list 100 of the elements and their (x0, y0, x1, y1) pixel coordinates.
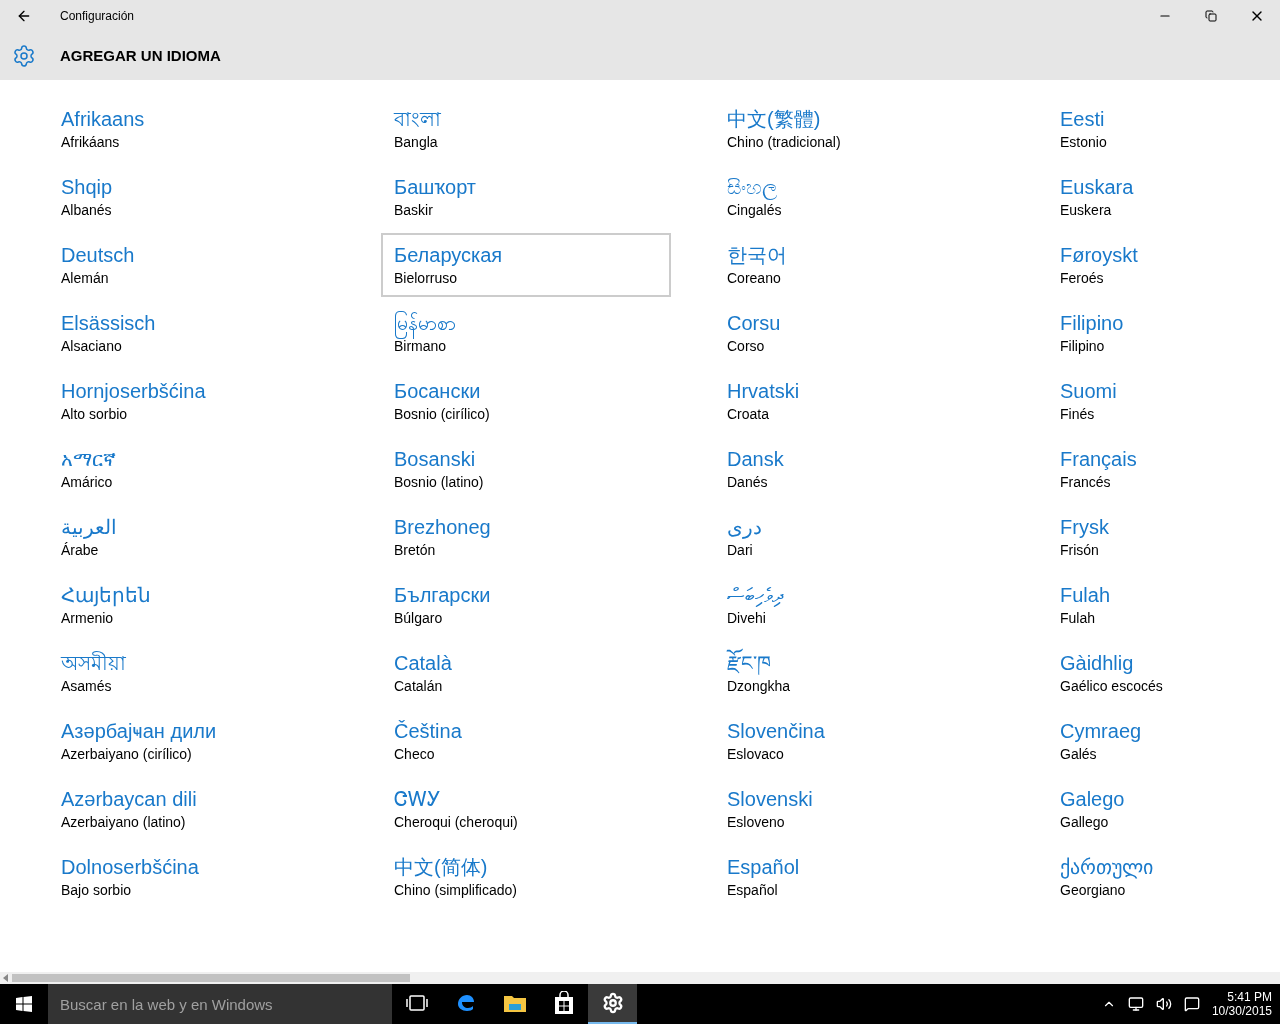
language-item[interactable]: Filipino Filipino (1047, 301, 1280, 365)
language-item[interactable]: မြန်မာစာ Birmano (381, 301, 671, 365)
language-name: Bretón (394, 541, 437, 560)
language-native-name: Čeština (394, 719, 463, 744)
language-item[interactable]: Elsässisch Alsaciano (48, 301, 338, 365)
gear-icon (601, 992, 624, 1014)
language-item[interactable]: Afrikaans Afrikáans (48, 97, 338, 161)
language-item[interactable]: Hrvatski Croata (714, 369, 1004, 433)
language-native-name: Беларуская (394, 243, 504, 268)
language-item[interactable]: Gàidhlig Gaélico escocés (1047, 641, 1280, 705)
language-native-name: 한국어 (727, 243, 788, 268)
language-name: Bajo sorbio (61, 881, 133, 900)
language-item[interactable]: Čeština Checo (381, 709, 671, 773)
task-view-icon (405, 994, 428, 1012)
language-item[interactable]: Føroyskt Feroés (1047, 233, 1280, 297)
language-item[interactable]: Fulah Fulah (1047, 573, 1280, 637)
language-item[interactable]: Español Español (714, 845, 1004, 909)
language-name: Coreano (727, 269, 782, 288)
language-item[interactable]: Български Búlgaro (381, 573, 671, 637)
language-item[interactable]: Euskara Euskera (1047, 165, 1280, 229)
language-item[interactable]: Slovenski Esloveno (714, 777, 1004, 841)
language-name: Amárico (61, 473, 114, 492)
language-name: Fulah (1060, 609, 1097, 628)
language-item[interactable]: বাংলা Bangla (381, 97, 671, 161)
language-name: Alemán (61, 269, 110, 288)
language-native-name: Slovenski (727, 787, 814, 812)
language-item[interactable]: አማርኛ Amárico (48, 437, 338, 501)
windows-logo-icon (16, 996, 32, 1012)
back-arrow-icon (16, 8, 32, 24)
language-item[interactable]: অসমীয়া Asamés (48, 641, 338, 705)
language-name: Español (727, 881, 779, 900)
language-item[interactable]: Frysk Frisón (1047, 505, 1280, 569)
language-name: Baskir (394, 201, 434, 220)
clock-date[interactable]: 10/30/2015 (1211, 1004, 1272, 1018)
language-native-name: Gàidhlig (1060, 651, 1135, 676)
language-name: Georgiano (1060, 881, 1127, 900)
language-name: Frisón (1060, 541, 1100, 560)
language-name: Estonio (1060, 133, 1108, 152)
language-name: Eslovaco (727, 745, 785, 764)
language-item[interactable]: ᏣᎳᎩ Cheroqui (cheroqui) (381, 777, 671, 841)
language-item[interactable]: Corsu Corso (714, 301, 1004, 365)
language-item[interactable]: Deutsch Alemán (48, 233, 338, 297)
language-name: Birmano (394, 338, 447, 356)
language-item[interactable]: Босански Bosnio (cirílico) (381, 369, 671, 433)
language-native-name: Français (1060, 447, 1138, 472)
language-item[interactable]: Slovenčina Eslovaco (714, 709, 1004, 773)
page-title: AGREGAR UN IDIOMA (60, 45, 221, 66)
language-item[interactable]: Azərbaycan dili Azerbaiyano (latino) (48, 777, 338, 841)
language-native-name: Corsu (727, 311, 782, 336)
language-item[interactable]: Suomi Finés (1047, 369, 1280, 433)
language-item[interactable]: 한국어 Coreano (714, 233, 1004, 297)
language-item[interactable]: Հայերեն Armenio (48, 573, 338, 637)
language-item[interactable]: Азәрбајҹан дили Azerbaiyano (cirílico) (48, 709, 338, 773)
language-name: Filipino (1060, 337, 1106, 356)
language-item[interactable]: Français Francés (1047, 437, 1280, 501)
language-item[interactable]: Башҡорт Baskir (381, 165, 671, 229)
language-name: Cheroqui (cheroqui) (394, 813, 519, 832)
language-native-name: Català (394, 651, 453, 676)
horizontal-scrollbar[interactable] (0, 972, 1280, 984)
language-native-name: Español (727, 855, 801, 880)
language-item[interactable]: Català Catalán (381, 641, 671, 705)
scroll-left-icon (3, 974, 9, 982)
language-name: Asamés (61, 677, 113, 696)
language-name: Bosnio (latino) (394, 473, 485, 492)
taskbar-app-button[interactable] (588, 984, 637, 1024)
notifications-icon[interactable] (1183, 996, 1200, 1012)
language-item[interactable]: Brezhoneg Bretón (381, 505, 671, 569)
language-item[interactable]: རྫོང་ཁ Dzongkha (714, 641, 1004, 705)
language-name: Azerbaiyano (latino) (61, 813, 187, 832)
language-item[interactable]: Bosanski Bosnio (latino) (381, 437, 671, 501)
language-native-name: 中文(繁體) (727, 107, 822, 132)
language-name: Afrikáans (61, 133, 121, 152)
language-item[interactable]: සිංහල Cingalés (714, 165, 1004, 229)
language-item[interactable]: Hornjoserbšćina Alto sorbio (48, 369, 338, 433)
network-icon[interactable] (1127, 996, 1144, 1012)
clock-time[interactable]: 5:41 PM (1227, 990, 1272, 1004)
language-item[interactable]: Shqip Albanés (48, 165, 338, 229)
language-name: Divehi (727, 609, 767, 628)
language-native-name: 中文(简体) (394, 855, 489, 880)
language-item[interactable]: Galego Gallego (1047, 777, 1280, 841)
search-field[interactable]: Buscar en la web y en Windows (48, 984, 392, 1024)
language-native-name: العربية (61, 515, 118, 540)
language-item[interactable]: Беларуская Bielorruso (381, 233, 671, 297)
language-item[interactable]: 中文(繁體) Chino (tradicional) (714, 97, 1004, 161)
volume-icon[interactable] (1155, 996, 1172, 1012)
language-native-name: Suomi (1060, 379, 1118, 404)
language-item[interactable]: ქართული Georgiano (1047, 845, 1280, 909)
language-name: Corso (727, 337, 766, 356)
language-name: Dzongkha (727, 677, 792, 696)
language-item[interactable]: Cymraeg Galés (1047, 709, 1280, 773)
language-native-name: ქართული (1060, 855, 1154, 880)
language-item[interactable]: 中文(简体) Chino (simplificado) (381, 845, 671, 909)
language-native-name: རྫོང་ཁ (727, 650, 991, 676)
language-native-name: Հայերեն (61, 583, 152, 608)
scrollbar-thumb[interactable] (12, 974, 410, 982)
language-item[interactable]: Dansk Danés (714, 437, 1004, 501)
language-native-name: Euskara (1060, 175, 1135, 200)
language-item[interactable]: Eesti Estonio (1047, 97, 1280, 161)
language-item[interactable]: Dolnoserbšćina Bajo sorbio (48, 845, 338, 909)
language-name: Árabe (61, 541, 100, 560)
